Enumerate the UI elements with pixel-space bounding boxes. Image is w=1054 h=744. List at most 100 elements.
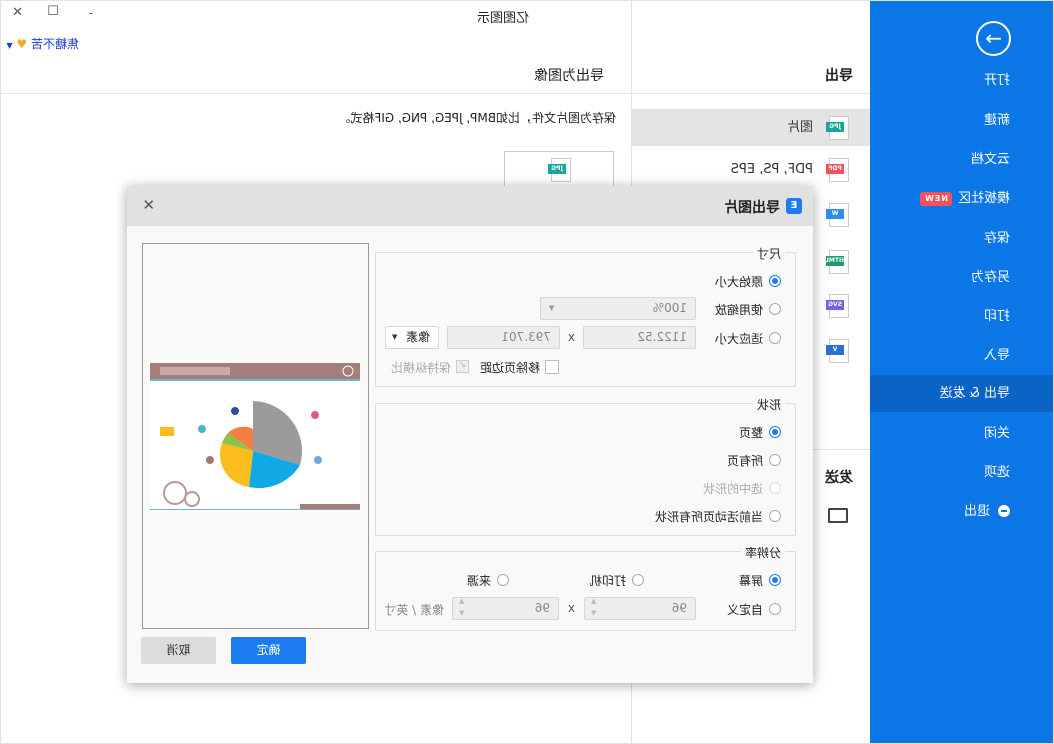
svg-file-icon: SVG: [826, 294, 849, 318]
original-size-radio[interactable]: [769, 275, 781, 287]
times-label: x: [567, 330, 575, 344]
shape-group: 形状 整页 所有页 选中的形状 当前活动页所有形状: [375, 396, 796, 536]
minus-circle-icon: [998, 505, 1010, 517]
dialog-titlebar: E 导出图片 ✕: [127, 186, 813, 226]
preview-pane: [142, 243, 369, 629]
active-page-shapes-radio[interactable]: [769, 510, 781, 522]
label: 另存为: [970, 270, 1010, 285]
printer-radio[interactable]: [632, 574, 644, 586]
preview-image: [150, 363, 360, 511]
back-arrow-icon[interactable]: →: [976, 21, 1011, 56]
size-group: 尺寸 原始大小 使用缩放 100% ▼ 适应大小 1122.52 x 793.70…: [375, 245, 796, 387]
sidebar-item-save[interactable]: 保存: [870, 220, 1053, 257]
dpi-x-stepper[interactable]: 96 ▲ ▼: [584, 597, 696, 620]
selected-shapes-label: 选中的形状: [702, 482, 763, 496]
width-input[interactable]: 1122.52: [583, 326, 696, 349]
custom-radio[interactable]: [769, 603, 781, 615]
label: 新建: [983, 113, 1010, 128]
sidebar-item-save-as[interactable]: 另存为: [870, 259, 1053, 296]
send-header: 发送: [825, 470, 853, 486]
resolution-group: 分辨率 屏幕 打印机 来源 自定义 96 ▲ ▼ x 96 ▲ ▼ 像素 / 英寸: [375, 544, 796, 631]
whole-page-radio[interactable]: [769, 426, 781, 438]
printer-label: 打印机: [589, 574, 626, 588]
sidebar-item-print[interactable]: 打印: [870, 298, 1053, 335]
screen-radio[interactable]: [769, 574, 781, 586]
use-zoom-label: 使用缩放: [714, 303, 763, 317]
word-file-icon: W: [826, 203, 849, 227]
dpi-unit-label: 像素 / 英寸: [384, 603, 444, 617]
sidebar-item-cloud[interactable]: 云文档: [870, 141, 1053, 178]
window-title: 亿图图示: [476, 11, 529, 26]
divider: [631, 93, 870, 94]
label: 退出: [963, 504, 990, 519]
close-window-button[interactable]: ✕: [12, 5, 23, 20]
height-input[interactable]: 793.701: [447, 326, 560, 349]
app-window: → 打开 新建 云文档 模板社区 NEW 保存 另存为 打印 导入 导出 & 发送…: [0, 0, 1054, 744]
label: PDF, PS, EPS: [730, 162, 813, 177]
active-page-shapes-label: 当前活动页所有形状: [654, 510, 763, 524]
remove-margin-label: 移除页边距: [479, 361, 540, 375]
minimize-button[interactable]: -: [89, 6, 93, 20]
selected-shapes-radio[interactable]: [769, 482, 781, 494]
remove-margin-checkbox[interactable]: [545, 360, 559, 374]
label: 打开: [983, 73, 1010, 88]
sidebar-item-close[interactable]: 关闭: [870, 415, 1053, 452]
zoom-select[interactable]: 100% ▼: [540, 297, 696, 320]
shape-legend: 形状: [752, 396, 785, 413]
dialog-title: 导出图片: [724, 200, 780, 216]
label: 打印: [983, 309, 1010, 324]
label: 保存: [983, 231, 1010, 246]
screen-label: 屏幕: [738, 574, 763, 588]
use-zoom-radio[interactable]: [769, 303, 781, 315]
dialog-close-button[interactable]: ✕: [142, 196, 155, 214]
keep-ratio-checkbox[interactable]: ✓: [456, 360, 469, 373]
format-item-image[interactable]: JPG 图片: [631, 109, 870, 146]
sidebar-item-exit[interactable]: 退出: [870, 493, 1053, 530]
export-header: 导出: [825, 68, 853, 84]
pdf-file-icon: PDF: [826, 158, 849, 182]
sidebar-item-open[interactable]: 打开: [870, 62, 1053, 99]
divider: [0, 93, 631, 94]
new-badge: NEW: [920, 192, 952, 206]
mail-send-icon[interactable]: [828, 508, 848, 523]
original-size-label: 原始大小: [714, 275, 763, 289]
username: 焦糖不苦: [30, 37, 79, 51]
user-menu[interactable]: 焦糖不苦 ♥ ▼: [6, 35, 79, 52]
vip-diamond-icon: ♥: [16, 37, 28, 51]
label: 导出 & 发送: [939, 386, 1010, 401]
whole-page-label: 整页: [738, 426, 763, 440]
times-label: x: [567, 601, 575, 615]
jpg-file-icon: JPG: [548, 158, 571, 182]
resolution-legend: 分辨率: [740, 544, 785, 561]
dpi-y-stepper[interactable]: 96 ▲ ▼: [452, 597, 559, 620]
all-pages-radio[interactable]: [769, 454, 781, 466]
spinner-arrows-icon[interactable]: ▲ ▼: [459, 595, 464, 619]
sidebar: → 打开 新建 云文档 模板社区 NEW 保存 另存为 打印 导入 导出 & 发送…: [870, 1, 1053, 743]
unit-select[interactable]: 像素 ▼: [385, 326, 439, 349]
chevron-down-icon: ▼: [549, 304, 555, 312]
source-radio[interactable]: [497, 574, 509, 586]
sidebar-item-options[interactable]: 选项: [870, 454, 1053, 491]
app-logo-icon: E: [786, 198, 802, 214]
format-item-pdf[interactable]: PDF PDF, PS, EPS: [631, 151, 870, 188]
cancel-button[interactable]: 取消: [141, 637, 216, 664]
sidebar-item-template-community[interactable]: 模板社区 NEW: [870, 180, 1053, 217]
sidebar-item-new[interactable]: 新建: [870, 102, 1053, 139]
size-legend: 尺寸: [752, 245, 785, 262]
fit-size-label: 适应大小: [714, 332, 763, 346]
export-image-dialog: E 导出图片 ✕ 尺寸 原始大小 使用缩放 100% ▼ 适应大小 1122.52…: [127, 186, 813, 683]
chevron-down-icon: ▼: [6, 41, 13, 50]
label: 导入: [983, 348, 1010, 363]
spinner-arrows-icon[interactable]: ▲ ▼: [591, 595, 596, 619]
fit-size-radio[interactable]: [769, 332, 781, 344]
page-title: 导出为图像: [534, 68, 604, 84]
maximize-button[interactable]: ☐: [47, 4, 59, 19]
sidebar-item-import[interactable]: 导入: [870, 337, 1053, 374]
keep-ratio-label: 保持纵横比: [390, 361, 451, 375]
sidebar-item-export-send[interactable]: 导出 & 发送: [870, 375, 1053, 412]
jpg-file-icon: JPG: [826, 116, 849, 140]
label: 模板社区: [957, 191, 1010, 206]
ok-button[interactable]: 确定: [231, 637, 306, 664]
label: 云文档: [970, 152, 1010, 167]
label: 选项: [983, 465, 1010, 480]
